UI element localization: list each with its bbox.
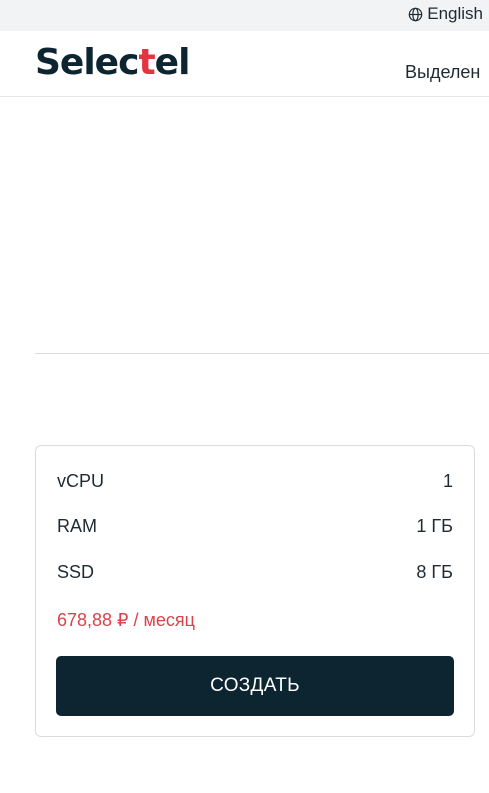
spec-row-ram: RAM 1 ГБ [57,515,453,537]
globe-icon [408,7,423,22]
language-label: English [427,4,483,23]
site-header: Selectel Выделен [0,31,489,97]
spec-value: 8 ГБ [416,561,453,582]
spec-value: 1 [442,470,453,491]
spec-label: vCPU [57,470,105,491]
logo-text-start: Selec [35,42,139,83]
create-button[interactable]: СОЗДАТЬ [56,656,454,716]
section-divider [35,353,489,354]
top-bar: English [0,0,489,31]
monthly-price: 678,88 ₽ / месяц [57,610,195,630]
selectel-logo[interactable]: Selectel [35,42,191,83]
nav-item-dedicated[interactable]: Выделен [405,62,480,83]
logo-text-accent: t [138,42,155,83]
spec-label: RAM [57,515,97,536]
spec-value: 1 ГБ [416,515,453,536]
language-switcher[interactable]: English [408,3,483,25]
spec-row-vcpu: vCPU 1 [57,470,453,492]
server-config-card: vCPU 1 RAM 1 ГБ SSD 8 ГБ 678,88 ₽ / меся… [35,445,475,737]
spec-row-ssd: SSD 8 ГБ [57,561,453,583]
spec-label: SSD [57,561,95,582]
logo-text-end: el [154,42,191,83]
